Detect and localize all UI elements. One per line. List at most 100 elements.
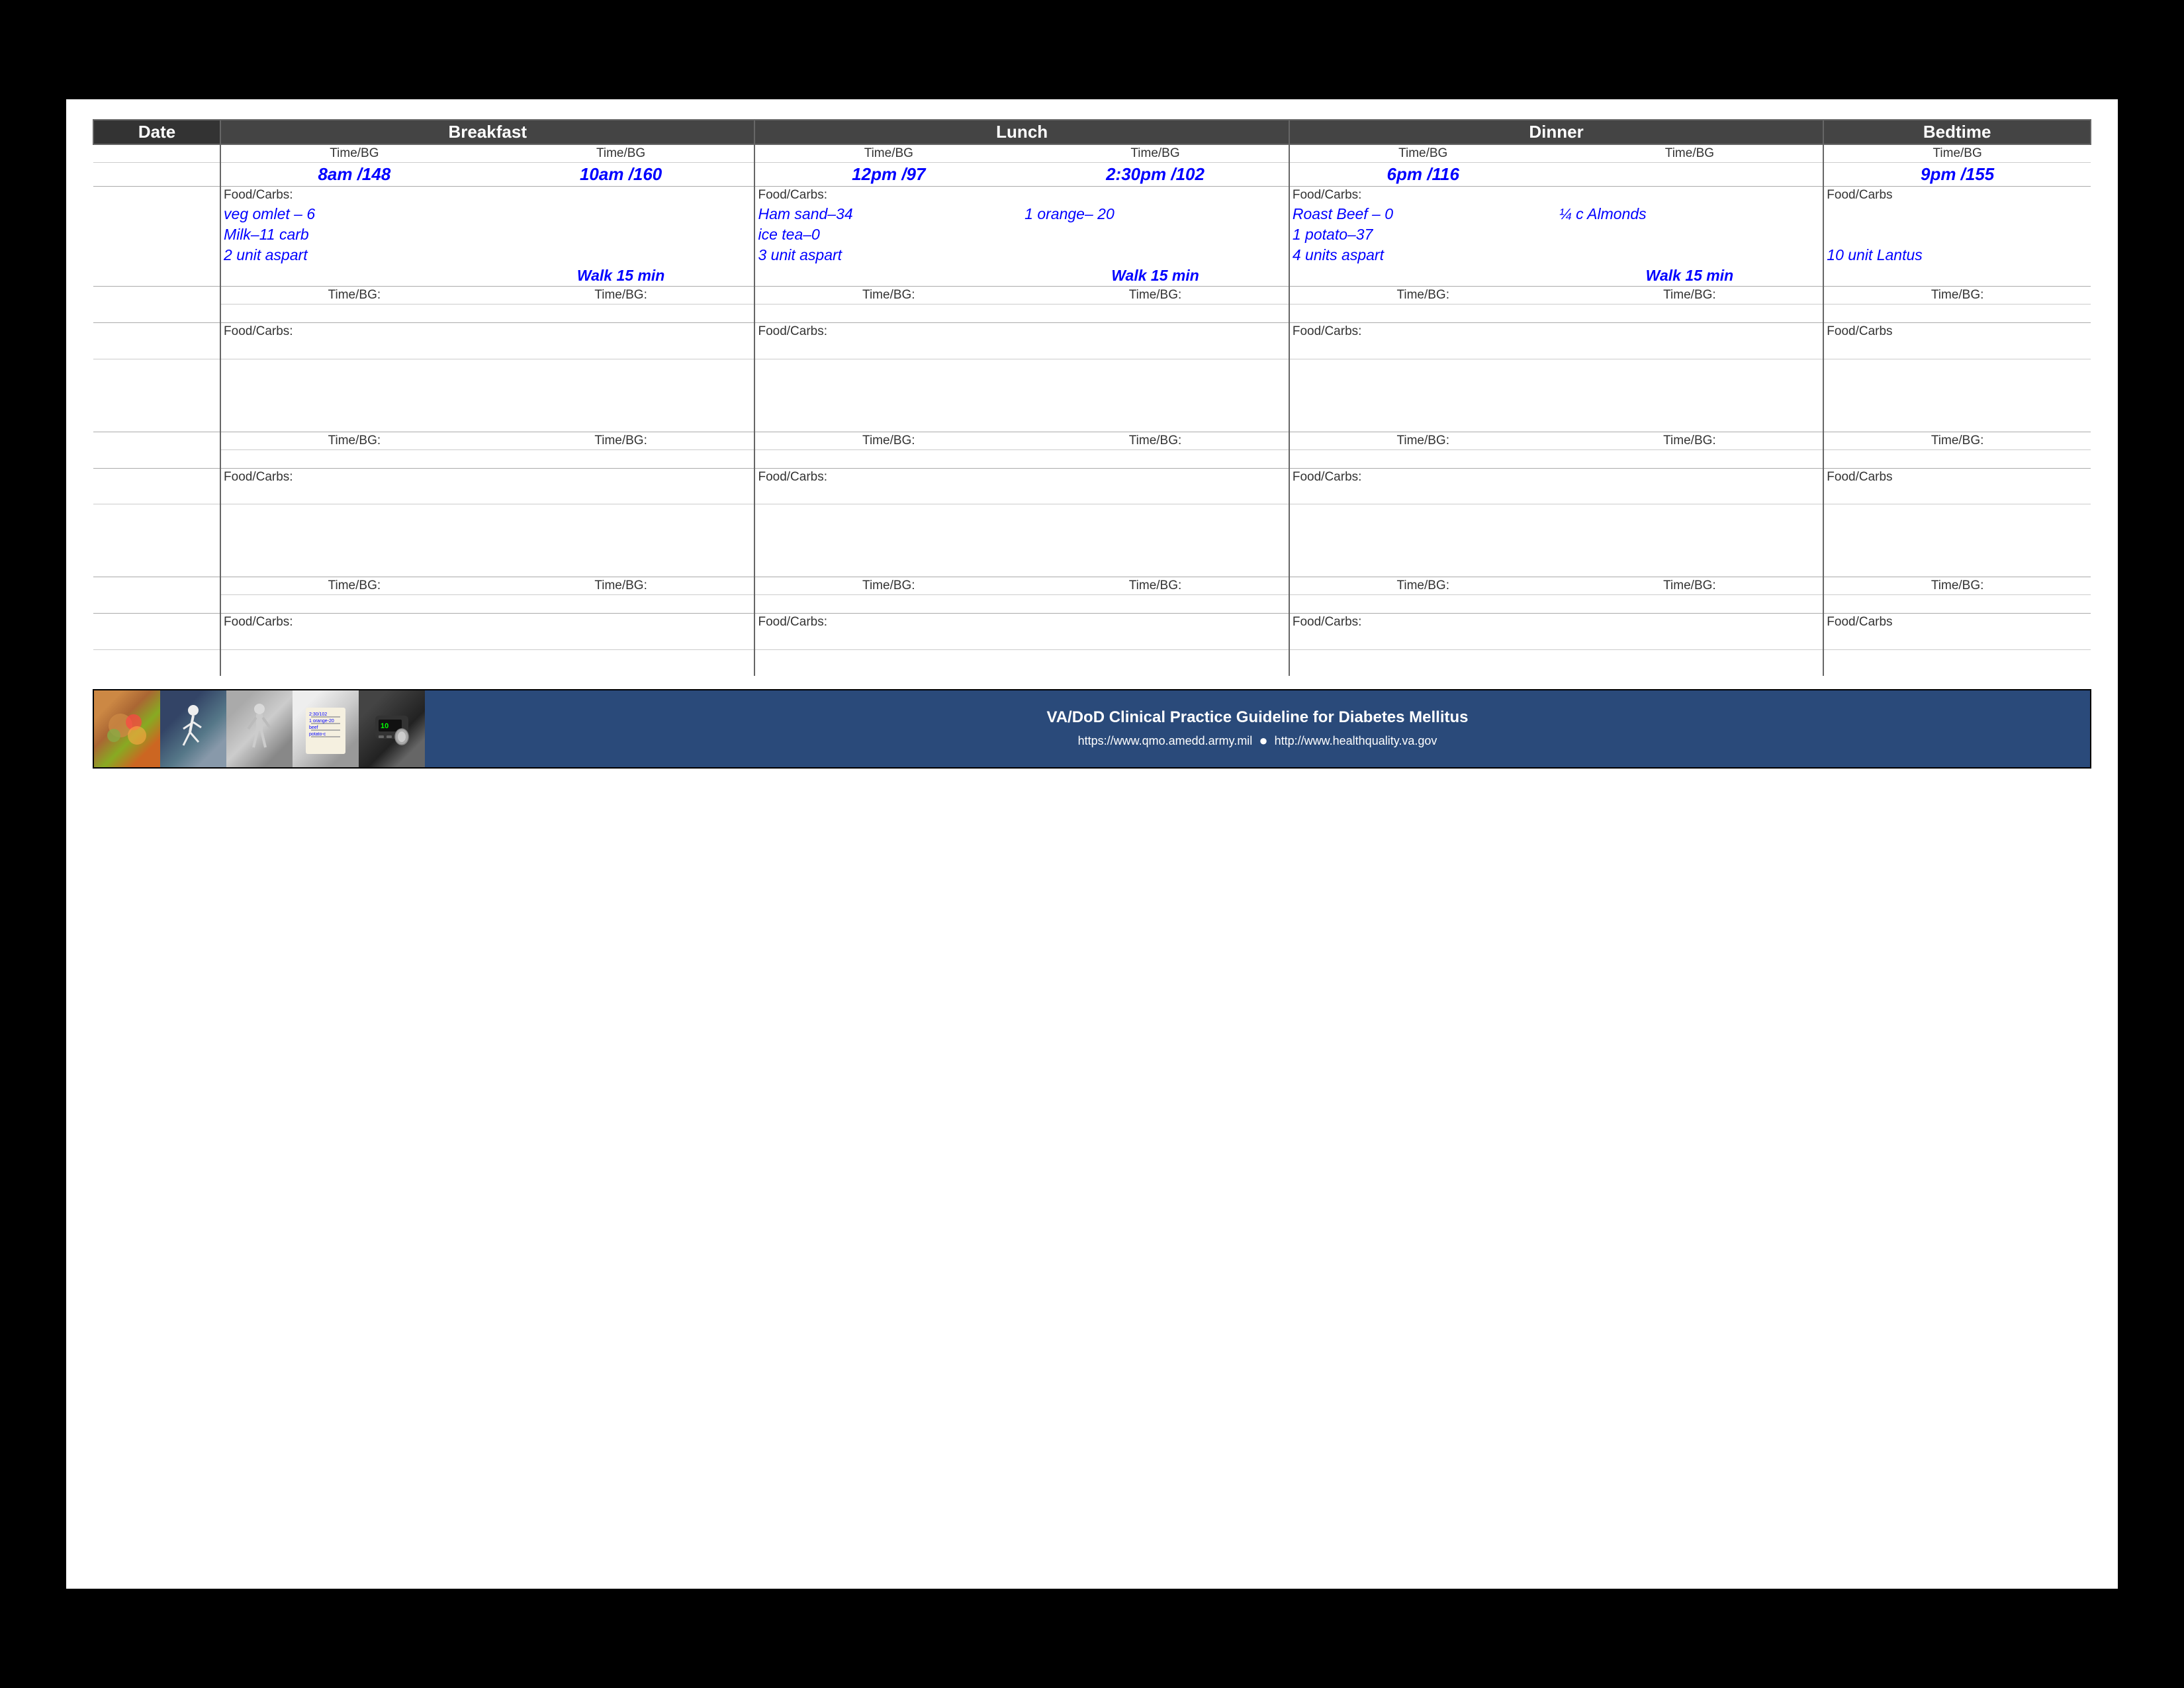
footer-img-log: 2:30/102 1 orange-20 beef potato-c [293,690,359,767]
svg-text:10: 10 [381,722,388,730]
bedtime-header: Bedtime [1823,120,2091,144]
r1b-b1-timebg: Time/BG: [220,287,488,305]
r1-d1-time: 6pm /116 [1289,163,1557,187]
r1b-b2-timebg: Time/BG: [488,287,755,305]
footer-images: 2:30/102 1 orange-20 beef potato-c 10 [94,690,425,767]
r1-b1-food-label: Food/Carbs: [220,187,488,205]
footer-text-block: VA/DoD Clinical Practice Guideline for D… [425,690,2090,767]
row1-food-val2: Milk–11 carb ice tea–0 1 potato–37 [93,224,2091,245]
r1-b2-time: 10am /160 [488,163,755,187]
sub-l2: Time/BG [1022,144,1289,163]
r1-l1-fv1: Ham sand–34 [754,204,1022,224]
breakfast-header: Breakfast [220,120,754,144]
r3-l2-timebg: Time/BG: [1022,577,1289,595]
r3-b1-timebg: Time/BG: [220,577,488,595]
footer-img-skeleton [226,690,293,767]
r1-l2-walk: Walk 15 min [1022,265,1289,287]
r1-l2-fv1: 1 orange– 20 [1022,204,1289,224]
row2-food-val [93,486,2091,504]
svg-text:1 orange-20: 1 orange-20 [309,719,334,724]
r1-d1-food-label: Food/Carbs: [1289,187,1557,205]
date-header: Date [93,120,220,144]
footer-banner: 2:30/102 1 orange-20 beef potato-c 10 [93,689,2091,769]
r2-d1-timebg: Time/BG: [1289,432,1557,449]
footer-img-meter: 10 [359,690,425,767]
r2-bt-fl: Food/Carbs [1823,468,2091,486]
header-row: Date Breakfast Lunch Dinner Bedtime [93,120,2091,144]
r2-l2-timebg: Time/BG: [1022,432,1289,449]
r2-bt-timebg: Time/BG: [1823,432,2091,449]
footer-urls: https://www.qmo.amedd.army.mil ● http://… [1078,732,1437,749]
sub-d1: Time/BG [1289,144,1557,163]
r1b-b1-fl: Food/Carbs: [220,323,488,341]
r1-d2-time [1557,163,1824,187]
r1-bt-insulin: 10 unit Lantus [1823,245,2091,265]
r2-l1-fl: Food/Carbs: [754,468,1022,486]
sub-b1: Time/BG [220,144,488,163]
spacer1 [93,359,2091,432]
dinner-header: Dinner [1289,120,1823,144]
r1b-bt-fl: Food/Carbs [1823,323,2091,341]
r1b-d1-timebg: Time/BG: [1289,287,1557,305]
lunch-header: Lunch [754,120,1289,144]
r1-l1-insulin: 3 unit aspart [754,245,1022,265]
row1b-timebg: Time/BG: Time/BG: Time/BG: Time/BG: Time… [93,287,2091,305]
r1-bt-food-label: Food/Carbs [1823,187,2091,205]
page: Date Breakfast Lunch Dinner Bedtime Time… [66,99,2118,1589]
r1-b1-fv1: veg omlet – 6 [220,204,488,224]
sub-l1: Time/BG [754,144,1022,163]
r2-l1-timebg: Time/BG: [754,432,1022,449]
footer-img-food [94,690,160,767]
r2-b2-timebg: Time/BG: [488,432,755,449]
r1b-bt-timebg: Time/BG: [1823,287,2091,305]
r3-l1-timebg: Time/BG: [754,577,1022,595]
r1-l1-time: 12pm /97 [754,163,1022,187]
footer-img-walk [160,690,226,767]
svg-text:2:30/102: 2:30/102 [309,712,327,717]
r3-b1-fl: Food/Carbs: [220,614,488,632]
row1b-food-label: Food/Carbs: Food/Carbs: Food/Carbs: Food… [93,323,2091,341]
row3-food-val [93,631,2091,649]
row1-food-labels: Food/Carbs: Food/Carbs: Food/Carbs: Food… [93,187,2091,205]
r3-bt-fl: Food/Carbs [1823,614,2091,632]
footer-url2: http://www.healthquality.va.gov [1275,734,1437,748]
r1b-d1-fl: Food/Carbs: [1289,323,1557,341]
row3-food-label: Food/Carbs: Food/Carbs: Food/Carbs: Food… [93,614,2091,632]
r3-b2-timebg: Time/BG: [488,577,755,595]
row2-timebg: Time/BG: Time/BG: Time/BG: Time/BG: Time… [93,432,2091,449]
r1-d1-insulin: 4 units aspart [1289,245,1557,265]
r1-bt-time: 9pm /155 [1823,163,2091,187]
r3-d2-timebg: Time/BG: [1557,577,1824,595]
r1-b2-walk: Walk 15 min [488,265,755,287]
footer-dot: ● [1259,732,1267,749]
r3-d1-timebg: Time/BG: [1289,577,1557,595]
row1-food-val1: veg omlet – 6 Ham sand–34 1 orange– 20 R… [93,204,2091,224]
r1-d2-fv1: ¼ c Almonds [1557,204,1824,224]
r1-d1-fv2: 1 potato–37 [1289,224,1557,245]
r1-l2-time: 2:30pm /102 [1022,163,1289,187]
sub-d2: Time/BG [1557,144,1824,163]
row2-food-label: Food/Carbs: Food/Carbs: Food/Carbs: Food… [93,468,2091,486]
r3-d1-fl: Food/Carbs: [1289,614,1557,632]
row1-insulin: 2 unit aspart 3 unit aspart 4 units aspa… [93,245,2091,265]
row1-times: 8am /148 10am /160 12pm /97 2:30pm /102 … [93,163,2091,187]
r2-b1-timebg: Time/BG: [220,432,488,449]
r1-l1-fv2: ice tea–0 [754,224,1022,245]
r1b-l1-fl: Food/Carbs: [754,323,1022,341]
sub-b2: Time/BG [488,144,755,163]
row3-vals [93,595,2091,614]
row1-walk: Walk 15 min Walk 15 min Walk 15 min [93,265,2091,287]
spacer-final [93,649,2091,676]
row1b-vals [93,305,2091,323]
r2-b1-fl: Food/Carbs: [220,468,488,486]
r1-b1-time: 8am /148 [220,163,488,187]
r1b-d2-timebg: Time/BG: [1557,287,1824,305]
footer-title: VA/DoD Clinical Practice Guideline for D… [1046,708,1468,727]
r3-l1-fl: Food/Carbs: [754,614,1022,632]
r2-d1-fl: Food/Carbs: [1289,468,1557,486]
r1b-l2-timebg: Time/BG: [1022,287,1289,305]
spacer2 [93,504,2091,577]
diary-table: Date Breakfast Lunch Dinner Bedtime Time… [93,119,2091,676]
r1-l1-food-label: Food/Carbs: [754,187,1022,205]
r2-d2-timebg: Time/BG: [1557,432,1824,449]
